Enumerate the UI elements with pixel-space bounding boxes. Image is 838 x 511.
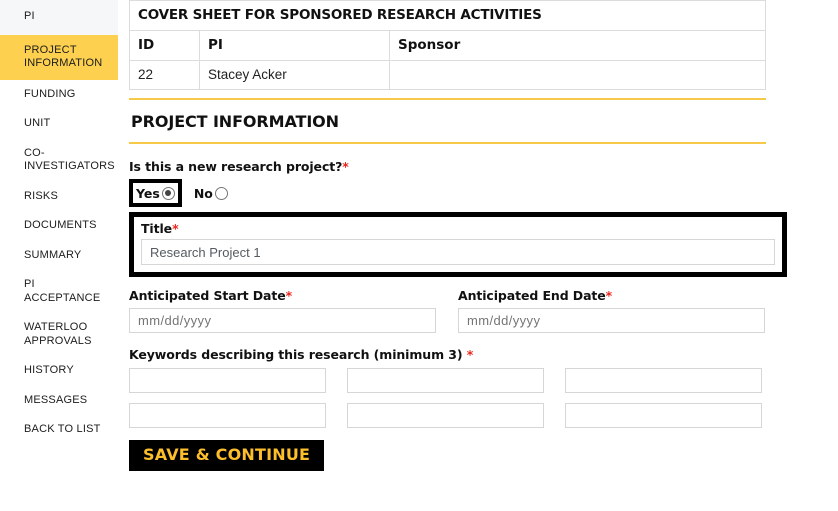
sidebar-item-label: PROJECT INFORMATION <box>24 43 103 70</box>
sidebar-item-funding[interactable]: FUNDING <box>0 80 118 110</box>
radio-button-yes[interactable] <box>161 186 175 200</box>
table-header-row: ID PI Sponsor <box>129 30 766 61</box>
radio-option-yes[interactable]: Yes <box>136 186 175 201</box>
sidebar-item-messages[interactable]: MESSAGES <box>0 386 118 416</box>
column-header-pi: PI <box>199 30 390 61</box>
required-asterisk: * <box>172 221 179 236</box>
start-date-input[interactable] <box>129 308 436 333</box>
radio-label-yes: Yes <box>136 185 160 201</box>
sidebar-item-history[interactable]: HISTORY <box>0 356 118 386</box>
new-project-label: Is this a new research project? <box>129 159 343 174</box>
sidebar-nav: PI PROJECT INFORMATION FUNDING UNIT CO-I… <box>0 0 118 511</box>
end-date-label: Anticipated End Date* <box>458 288 765 303</box>
highlight-box-title-field: Title* <box>129 212 787 277</box>
sidebar-item-back-to-list[interactable]: BACK TO LIST <box>0 415 118 445</box>
keywords-field-group: Keywords describing this research (minim… <box>129 347 766 428</box>
table-row: 22 Stacey Acker <box>129 60 766 90</box>
sidebar-item-co-investigators[interactable]: CO-INVESTIGATORS <box>0 139 118 182</box>
sidebar-item-label: UNIT <box>24 117 51 129</box>
sidebar-item-label: MESSAGES <box>24 393 88 406</box>
cell-sponsor <box>389 60 766 90</box>
title-label: Title* <box>141 221 775 236</box>
sidebar-item-label: PI ACCEPTANCE <box>24 278 101 304</box>
sidebar-item-pi-acceptance[interactable]: PI ACCEPTANCE <box>0 270 118 313</box>
dates-row: Anticipated Start Date* Anticipated End … <box>129 288 766 333</box>
sidebar-item-label: BACK TO LIST <box>24 423 101 435</box>
radio-option-no[interactable]: No <box>194 186 228 201</box>
save-and-continue-button[interactable]: SAVE & CONTINUE <box>129 440 325 471</box>
divider-gold-top <box>129 98 766 100</box>
sidebar-item-label: HISTORY <box>24 364 74 376</box>
required-asterisk: * <box>466 347 474 362</box>
sidebar-item-label: PI <box>24 10 35 22</box>
main-content: COVER SHEET FOR SPONSORED RESEARCH ACTIV… <box>129 0 787 471</box>
title-label-text: Title <box>141 221 173 236</box>
keyword-input-2[interactable] <box>347 368 544 393</box>
sidebar-item-label: FUNDING <box>24 87 76 100</box>
sidebar-item-documents[interactable]: DOCUMENTS <box>0 211 118 241</box>
sidebar-item-label: SUMMARY <box>24 248 82 261</box>
keywords-label-text: Keywords describing this research (minim… <box>129 347 467 362</box>
column-header-sponsor: Sponsor <box>389 30 766 61</box>
highlight-box-yes-option: Yes <box>129 179 182 207</box>
end-date-label-text: Anticipated End Date <box>458 288 606 303</box>
divider-top-wrap <box>129 90 766 100</box>
start-date-label: Anticipated Start Date* <box>129 288 436 303</box>
keyword-input-3[interactable] <box>565 368 762 393</box>
cover-sheet-table: COVER SHEET FOR SPONSORED RESEARCH ACTIV… <box>129 0 766 90</box>
end-date-field-group: Anticipated End Date* <box>458 288 765 333</box>
new-project-radio-row: Yes No <box>129 179 766 207</box>
required-asterisk: * <box>605 288 613 303</box>
title-input[interactable] <box>141 239 775 265</box>
sidebar-item-summary[interactable]: SUMMARY <box>0 241 118 271</box>
cell-pi: Stacey Acker <box>199 60 390 90</box>
sidebar-item-waterloo-approvals[interactable]: WATERLOO APPROVALS <box>0 313 118 356</box>
cell-id: 22 <box>129 60 200 90</box>
radio-button-no[interactable] <box>214 186 228 200</box>
sidebar-item-risks[interactable]: RISKS <box>0 182 118 212</box>
keyword-input-4[interactable] <box>129 403 326 428</box>
section-heading: PROJECT INFORMATION <box>131 112 339 131</box>
sidebar-item-unit[interactable]: UNIT <box>0 109 118 139</box>
radio-label-no: No <box>193 185 213 201</box>
divider-gold-bottom <box>129 142 766 144</box>
divider-bottom-wrap <box>129 142 766 144</box>
required-asterisk: * <box>285 288 293 303</box>
sidebar-item-pi[interactable]: PI <box>0 0 118 35</box>
keyword-input-1[interactable] <box>129 368 326 393</box>
sidebar-item-label: CO-INVESTIGATORS <box>24 146 115 173</box>
start-date-label-text: Anticipated Start Date <box>129 288 286 303</box>
page-root: PI PROJECT INFORMATION FUNDING UNIT CO-I… <box>0 0 838 511</box>
table-caption-row: COVER SHEET FOR SPONSORED RESEARCH ACTIV… <box>129 0 766 31</box>
keyword-input-6[interactable] <box>565 403 762 428</box>
column-header-id: ID <box>129 30 200 61</box>
new-project-field-group: Is this a new research project?* Yes No <box>129 158 766 207</box>
page-title: COVER SHEET FOR SPONSORED RESEARCH ACTIV… <box>129 0 766 31</box>
sidebar-item-label: DOCUMENTS <box>24 219 97 231</box>
sidebar-item-project-information[interactable]: PROJECT INFORMATION <box>0 34 118 80</box>
keywords-label: Keywords describing this research (minim… <box>129 347 766 362</box>
keyword-input-5[interactable] <box>347 403 544 428</box>
end-date-input[interactable] <box>458 308 765 333</box>
sidebar-item-label: RISKS <box>24 189 59 202</box>
sidebar-item-label: WATERLOO APPROVALS <box>24 321 92 347</box>
start-date-field-group: Anticipated Start Date* <box>129 288 436 333</box>
keywords-grid <box>129 368 766 428</box>
required-asterisk: * <box>342 159 349 174</box>
